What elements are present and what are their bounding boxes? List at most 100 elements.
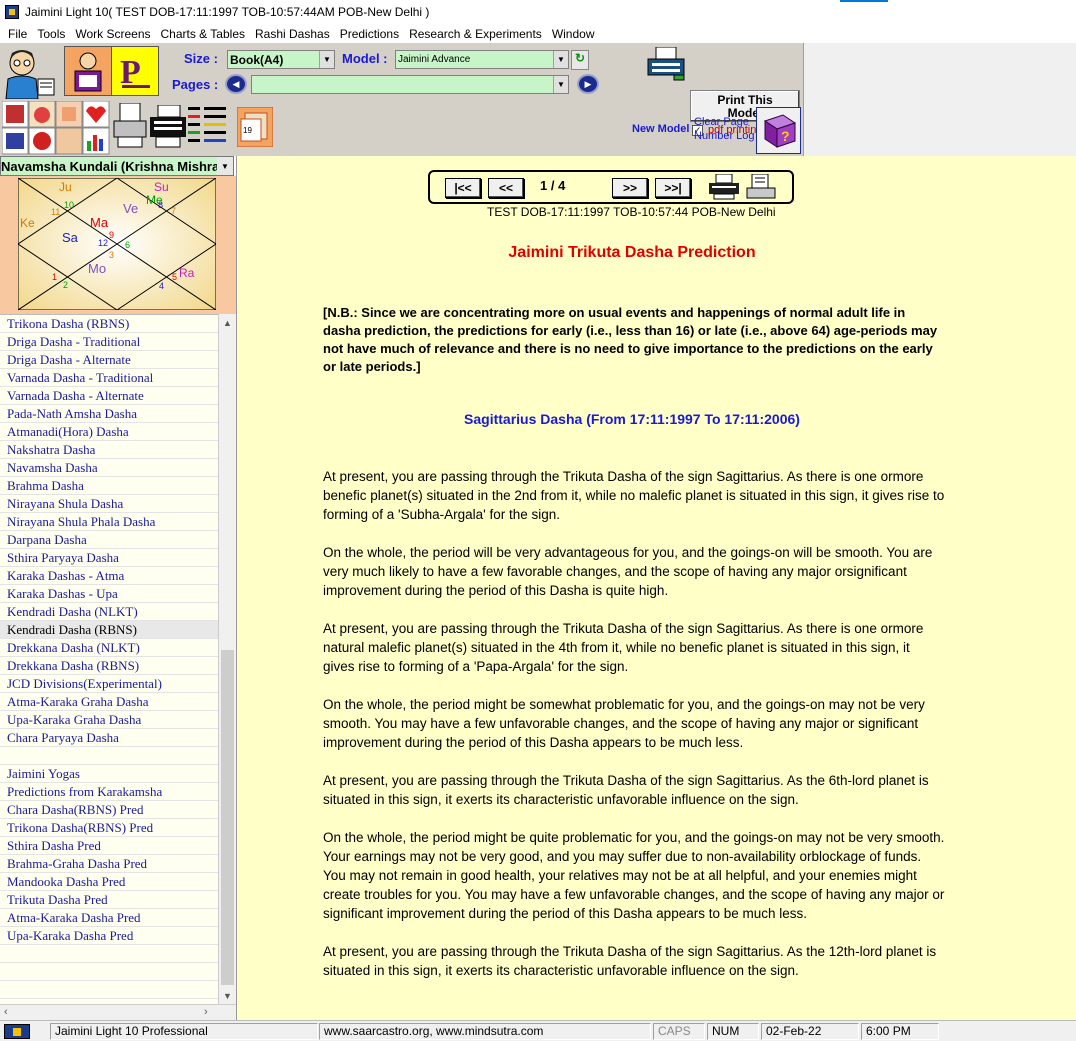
dasha-list-item[interactable]: Darpana Dasha [0, 531, 218, 549]
dasha-list-item[interactable]: Trikuta Dasha Pred [0, 891, 218, 909]
pandit-button[interactable]: P [111, 46, 159, 96]
chevron-down-icon[interactable]: ▼ [553, 51, 568, 68]
dasha-list-item[interactable]: Pada-Nath Amsha Dasha [0, 405, 218, 423]
dasha-list-item[interactable]: Chara Dasha(RBNS) Pred [0, 801, 218, 819]
menu-charts-tables[interactable]: Charts & Tables [156, 27, 251, 41]
dasha-list-item[interactable]: Atma-Karaka Graha Dasha [0, 693, 218, 711]
navamsha-kundali-chart[interactable]: Ju Su Me Ve Ke Ma Sa Mo Ra 10 8 7 11 9 1… [18, 178, 216, 310]
dasha-list[interactable]: Trikona Dasha (RBNS) Driga Dasha - Tradit… [0, 314, 218, 1004]
scroll-thumb[interactable] [221, 650, 234, 985]
dasha-list-item[interactable]: Navamsha Dasha [0, 459, 218, 477]
dasha-list-item[interactable]: Predictions from Karakamsha [0, 783, 218, 801]
list-vertical-scrollbar[interactable]: ▲ ▼ [218, 314, 236, 1004]
scroll-up-icon[interactable]: ▲ [219, 314, 236, 331]
menu-tools[interactable]: Tools [32, 27, 70, 41]
dasha-list-item[interactable]: Upa-Karaka Dasha Pred [0, 927, 218, 945]
prediction-paragraph: On the whole, the period will be very ad… [323, 545, 933, 598]
dasha-list-item[interactable]: Atma-Karaka Dasha Pred [0, 909, 218, 927]
first-page-button[interactable]: |<< [445, 178, 481, 198]
dasha-list-item[interactable]: Sthira Paryaya Dasha [0, 549, 218, 567]
menu-rashi-dashas[interactable]: Rashi Dashas [250, 27, 335, 41]
color-list-icon[interactable] [188, 105, 228, 149]
list-spacer [0, 747, 218, 765]
toolbar: P Size : Book(A4) ▼ Model : Jaimini Adva… [0, 43, 804, 156]
dasha-list-item[interactable]: Varnada Dasha - Traditional [0, 369, 218, 387]
sign-number: 3 [109, 250, 114, 260]
chart-type-value: Navamsha Kundali (Krishna Mishra) [1, 158, 217, 174]
dasha-list-item[interactable]: Nirayana Shula Phala Dasha [0, 513, 218, 531]
pages-select[interactable]: ▼ [251, 75, 569, 94]
dasha-list-item[interactable]: Driga Dasha - Traditional [0, 333, 218, 351]
prediction-paragraph: At present, you are passing through the … [323, 621, 924, 674]
dasha-list-item[interactable]: Atmanadi(Hora) Dasha [0, 423, 218, 441]
printer-icon[interactable] [646, 46, 686, 81]
prediction-paragraph: At present, you are passing through the … [323, 469, 945, 522]
prediction-paragraph: On the whole, the period might be somewh… [323, 697, 925, 750]
prev-page-button[interactable]: << [488, 178, 524, 198]
dasha-period-heading: Sagittarius Dasha (From 17:11:1997 To 17… [464, 411, 800, 427]
last-page-button[interactable]: >>| [655, 178, 691, 198]
size-select[interactable]: Book(A4) ▼ [227, 50, 335, 69]
menu-predictions[interactable]: Predictions [335, 27, 404, 41]
svg-text:19: 19 [243, 126, 252, 135]
user-icon[interactable] [2, 45, 58, 100]
help-book-button[interactable]: ? [756, 107, 801, 154]
model-select[interactable]: Jaimini Advance ▼ [395, 50, 569, 69]
dasha-list-item[interactable]: Varnada Dasha - Alternate [0, 387, 218, 405]
dasha-list-item[interactable]: Nirayana Shula Dasha [0, 495, 218, 513]
dasha-list-item[interactable]: Trikona Dasha(RBNS) Pred [0, 819, 218, 837]
print-preview-icon[interactable] [112, 102, 148, 151]
list-horizontal-scrollbar[interactable]: ‹ › [0, 1004, 236, 1020]
pages-prev-button[interactable]: ◀ [225, 74, 247, 94]
menu-window[interactable]: Window [547, 27, 600, 41]
menu-file[interactable]: File [3, 27, 32, 41]
dasha-list-item[interactable]: Karaka Dashas - Atma [0, 567, 218, 585]
chevron-down-icon[interactable]: ▼ [217, 157, 233, 175]
dasha-list-item[interactable]: Drekkana Dasha (NLKT) [0, 639, 218, 657]
page-indicator: 1 / 4 [540, 178, 566, 193]
menu-research[interactable]: Research & Experiments [404, 27, 547, 41]
new-model-button[interactable]: New Model [632, 123, 689, 135]
chart-type-select[interactable]: Navamsha Kundali (Krishna Mishra) ▼ [0, 156, 234, 176]
dasha-list-item[interactable]: JCD Divisions(Experimental) [0, 675, 218, 693]
dasha-list-item[interactable]: Chara Paryaya Dasha [0, 729, 218, 747]
menu-bar: File Tools Work Screens Charts & Tables … [0, 24, 1076, 43]
sign-number: 1 [52, 272, 57, 282]
svg-text:?: ? [781, 128, 790, 144]
dasha-list-item[interactable]: Kendradi Dasha (RBNS) [0, 621, 218, 639]
pages-next-button[interactable]: ▶ [577, 74, 599, 94]
dasha-list-item[interactable]: Drekkana Dasha (RBNS) [0, 657, 218, 675]
refresh-icon[interactable]: ↻ [571, 50, 589, 70]
next-page-button[interactable]: >> [612, 178, 648, 198]
scroll-left-icon[interactable]: ‹ [4, 1006, 8, 1018]
prediction-paragraph: At present, you are passing through the … [323, 944, 937, 978]
window-title: Jaimini Light 10( TEST DOB-17:11:1997 TO… [25, 5, 430, 19]
clear-page-number-log-button[interactable]: Clear Page Number Log [694, 115, 755, 143]
scroll-down-icon[interactable]: ▼ [219, 987, 236, 1004]
chevron-down-icon[interactable]: ▼ [319, 51, 334, 68]
chevron-down-icon[interactable]: ▼ [553, 76, 568, 93]
planet-label: Ma [90, 215, 109, 230]
status-num: NUM [707, 1023, 759, 1040]
dasha-list-item[interactable]: Driga Dasha - Alternate [0, 351, 218, 369]
dasha-list-item[interactable]: Upa-Karaka Graha Dasha [0, 711, 218, 729]
print-preview-icon[interactable] [746, 173, 776, 200]
dasha-list-item[interactable]: Brahma-Graha Dasha Pred [0, 855, 218, 873]
dasha-list-item[interactable]: Sthira Dasha Pred [0, 837, 218, 855]
toolbar-right-area [804, 43, 1076, 156]
page-number-icon[interactable]: 19 [236, 106, 274, 148]
dasha-list-item[interactable]: Mandooka Dasha Pred [0, 873, 218, 891]
scroll-right-icon[interactable]: › [204, 1006, 208, 1018]
printer-icon[interactable] [708, 173, 740, 200]
menu-work-screens[interactable]: Work Screens [70, 27, 155, 41]
dasha-list-item[interactable]: Nakshatra Dasha [0, 441, 218, 459]
title-accent [840, 0, 888, 2]
dasha-list-item[interactable]: Trikona Dasha (RBNS) [0, 315, 218, 333]
dasha-list-item[interactable]: Jaimini Yogas [0, 765, 218, 783]
dasha-list-item[interactable]: Karaka Dashas - Upa [0, 585, 218, 603]
reader-button[interactable] [64, 46, 112, 96]
dasha-list-item[interactable]: Kendradi Dasha (NLKT) [0, 603, 218, 621]
dasha-list-item[interactable]: Brahma Dasha [0, 477, 218, 495]
app-icon [5, 5, 19, 19]
printer-icon[interactable] [150, 104, 186, 149]
